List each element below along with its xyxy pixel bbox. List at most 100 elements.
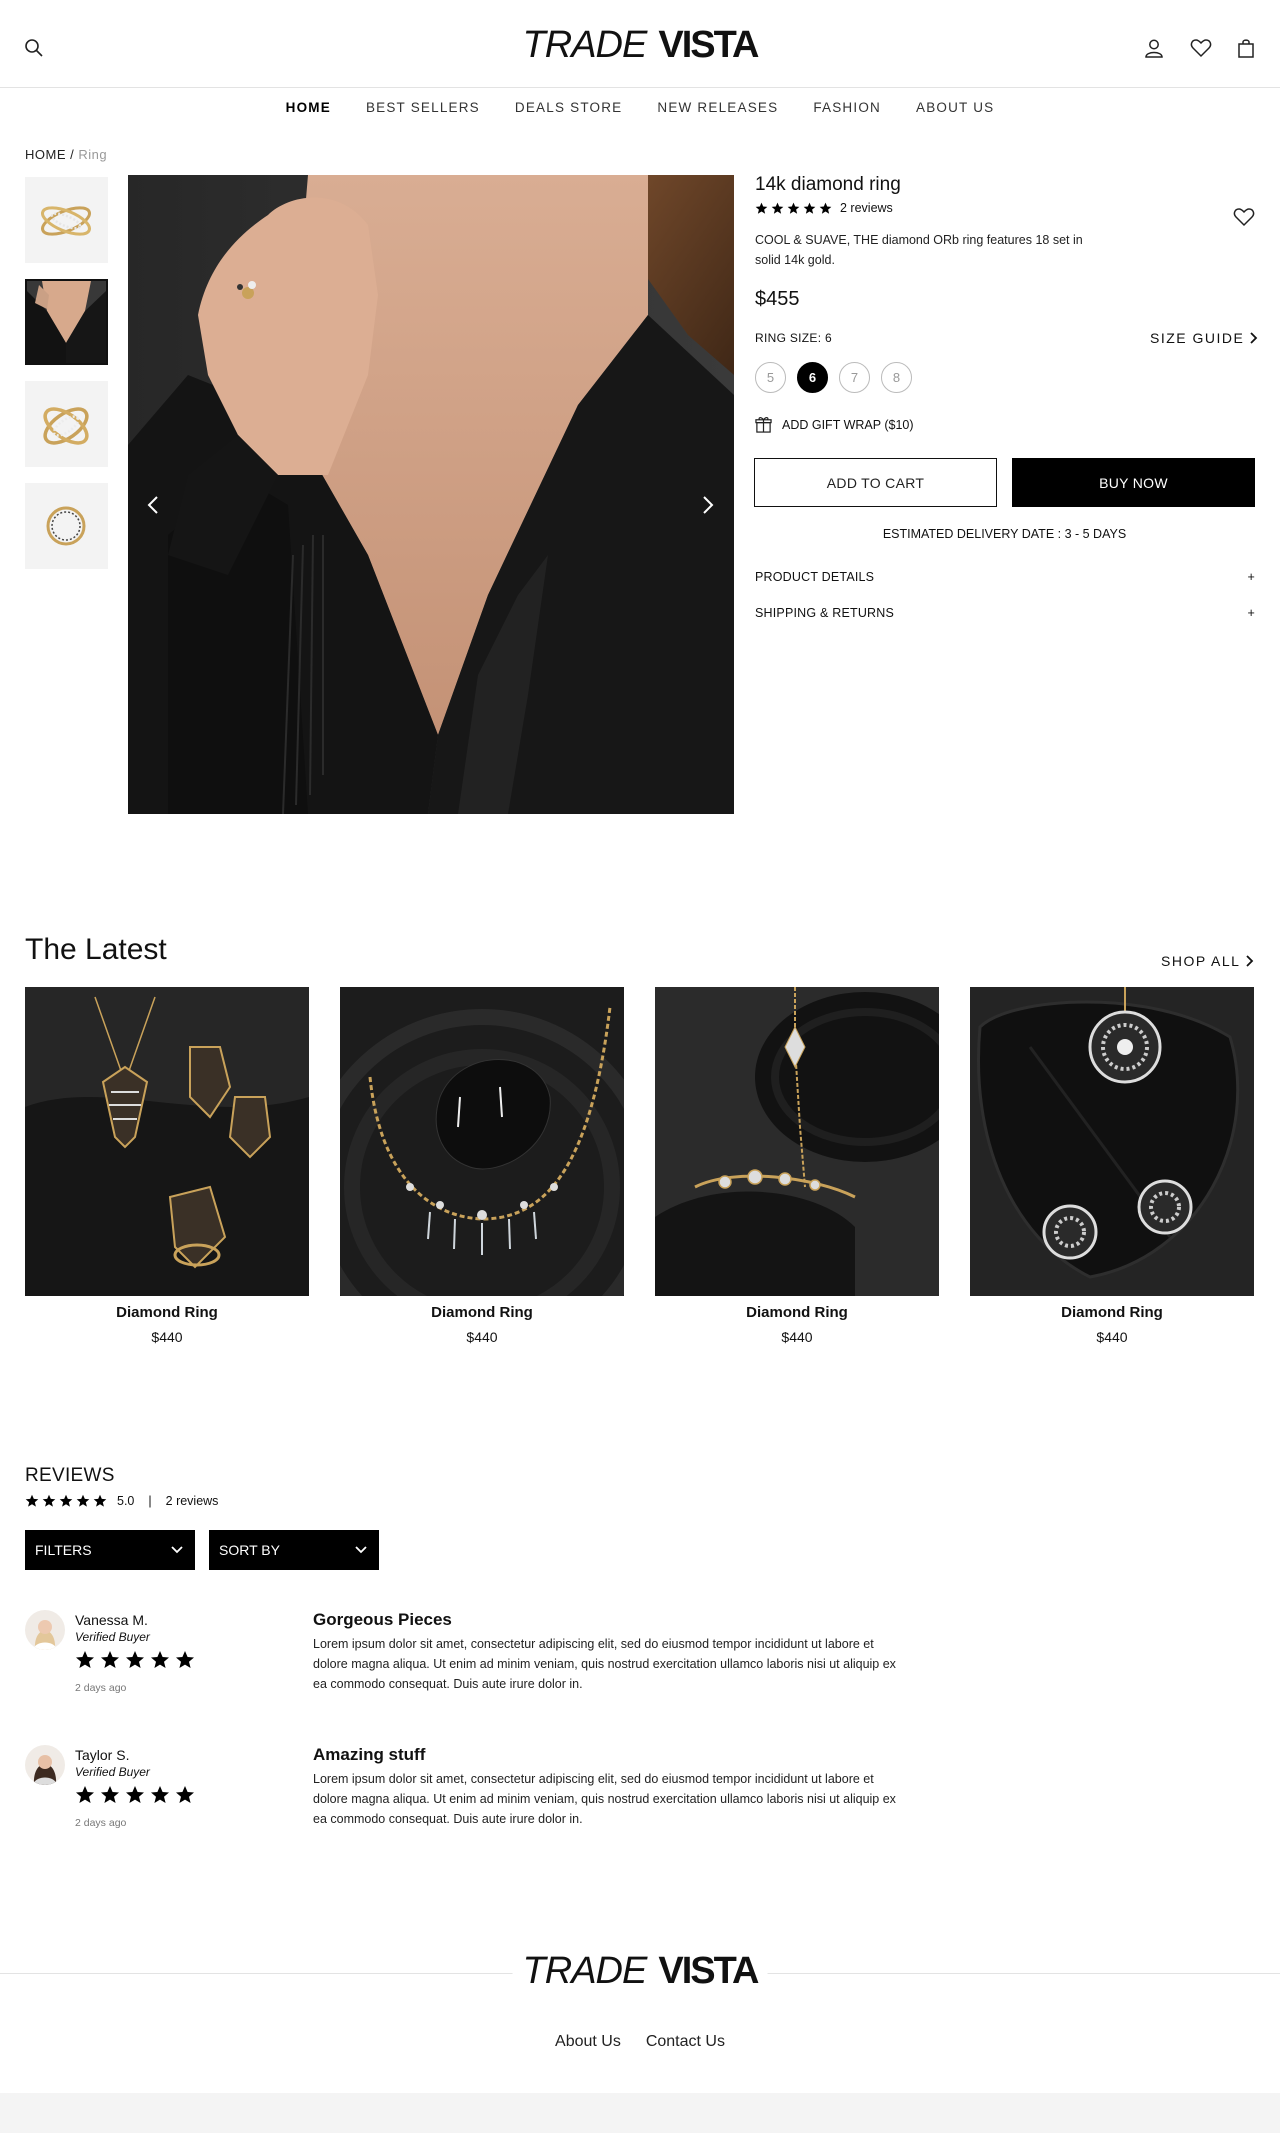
star-icon — [819, 202, 832, 214]
product-title: 14k diamond ring — [755, 174, 901, 195]
star-icon — [787, 202, 800, 214]
product-card[interactable]: Diamond Ring $440 — [655, 987, 939, 1345]
sort-by-label: SORT BY — [219, 1542, 280, 1558]
reviews-summary-stars — [25, 1494, 107, 1508]
main-product-image — [128, 175, 734, 814]
size-guide-link[interactable]: SIZE GUIDE — [1150, 330, 1258, 346]
nav-item-best-sellers[interactable]: BEST SELLERS — [366, 100, 480, 115]
gift-wrap-option[interactable]: ADD GIFT WRAP ($10) — [755, 416, 914, 433]
filters-label: FILTERS — [35, 1542, 92, 1558]
chevron-right-icon — [1246, 955, 1254, 967]
product-rating: 2 reviews — [755, 201, 893, 215]
product-card[interactable]: Diamond Ring $440 — [25, 987, 309, 1345]
product-card-image — [655, 987, 939, 1296]
nav-item-home[interactable]: HOME — [286, 100, 331, 115]
star-icon — [126, 1651, 144, 1668]
product-card-image — [340, 987, 624, 1296]
site-logo[interactable]: TRADE VISTA — [523, 24, 760, 67]
product-description: COOL & SUAVE, THE diamond ORb ring featu… — [755, 233, 1083, 267]
size-selector: 5 6 7 8 — [755, 362, 912, 393]
user-icon[interactable] — [1140, 34, 1168, 62]
search-icon[interactable] — [20, 34, 48, 62]
footer-link-about-us[interactable]: About Us — [555, 2033, 621, 2051]
next-image-arrow[interactable] — [693, 490, 723, 520]
reviews-count: 2 reviews — [165, 1494, 219, 1508]
review-body: Lorem ipsum dolor sit amet, consectetur … — [313, 1772, 896, 1826]
verified-buyer-badge: Verified Buyer — [75, 1630, 150, 1644]
plus-icon: + — [1247, 606, 1255, 620]
add-to-cart-button[interactable]: ADD TO CART — [754, 458, 997, 507]
star-icon — [93, 1494, 107, 1507]
thumbnail-1[interactable] — [25, 177, 108, 263]
gift-wrap-label: ADD GIFT WRAP ($10) — [782, 417, 914, 432]
heart-icon[interactable] — [1187, 34, 1215, 62]
product-rating-stars — [755, 202, 832, 215]
chevron-right-icon — [1250, 332, 1258, 344]
star-icon — [803, 202, 816, 214]
accordion-label: SHIPPING & RETURNS — [755, 606, 895, 620]
plus-icon: + — [1247, 570, 1255, 584]
footer-logo[interactable]: TRADE VISTA — [512, 1950, 768, 1993]
review-body: Lorem ipsum dolor sit amet, consectetur … — [313, 1637, 896, 1691]
star-icon — [101, 1651, 119, 1668]
accordion-shipping-returns[interactable]: SHIPPING & RETURNS + — [755, 606, 1255, 620]
product-card-name: Diamond Ring — [431, 1304, 533, 1321]
reviews-score: 5.0 — [117, 1494, 135, 1508]
shop-all-label: SHOP ALL — [1161, 953, 1241, 969]
star-icon — [76, 1786, 94, 1803]
thumbnail-3[interactable] — [25, 381, 108, 467]
nav-item-deals-store[interactable]: DEALS STORE — [515, 100, 622, 115]
product-reviews-link[interactable]: 2 reviews — [840, 201, 893, 215]
product-card-price: $440 — [151, 1329, 183, 1345]
nav-item-new-releases[interactable]: NEW RELEASES — [657, 100, 778, 115]
star-icon — [126, 1786, 144, 1803]
sort-by-dropdown[interactable]: SORT BY — [209, 1530, 379, 1570]
star-icon — [101, 1786, 119, 1803]
thumbnail-2[interactable] — [25, 279, 108, 365]
ring-size-label: RING SIZE: 6 — [755, 331, 832, 345]
thumbnail-4[interactable] — [25, 483, 108, 569]
product-price: $455 — [755, 288, 800, 310]
nav-item-about-us[interactable]: ABOUT US — [916, 100, 994, 115]
bag-icon[interactable] — [1232, 34, 1260, 62]
wishlist-heart-icon[interactable] — [1230, 203, 1258, 231]
size-option-7[interactable]: 7 — [839, 362, 870, 393]
product-card-price: $440 — [1096, 1329, 1128, 1345]
star-icon — [176, 1651, 194, 1668]
breadcrumb-separator: / — [70, 147, 75, 162]
product-card-image — [970, 987, 1254, 1296]
accordion-product-details[interactable]: PRODUCT DETAILS + — [755, 570, 1255, 584]
star-icon — [151, 1786, 169, 1803]
nav-item-fashion[interactable]: FASHION — [813, 100, 881, 115]
breadcrumb-current: Ring — [78, 147, 108, 162]
product-card[interactable]: Diamond Ring $440 — [970, 987, 1254, 1345]
product-card-name: Diamond Ring — [746, 1304, 848, 1321]
product-card-price: $440 — [466, 1329, 498, 1345]
shop-all-link[interactable]: SHOP ALL — [1161, 953, 1254, 969]
logo-part-2: VISTA — [658, 24, 759, 66]
footer-links: About Us Contact Us — [0, 2033, 1280, 2051]
size-option-6[interactable]: 6 — [797, 362, 828, 393]
review-date: 2 days ago — [75, 1817, 127, 1829]
avatar — [25, 1745, 65, 1785]
filters-dropdown[interactable]: FILTERS — [25, 1530, 195, 1570]
review-title: Gorgeous Pieces — [313, 1610, 452, 1629]
breadcrumb: HOME / Ring — [25, 147, 107, 162]
buy-now-button[interactable]: BUY NOW — [1012, 458, 1255, 507]
prev-image-arrow[interactable] — [138, 490, 168, 520]
product-card-name: Diamond Ring — [116, 1304, 218, 1321]
avatar — [25, 1610, 65, 1650]
size-option-8[interactable]: 8 — [881, 362, 912, 393]
reviews-divider: | — [148, 1494, 152, 1508]
reviews-summary: 5.0 | 2 reviews — [25, 1494, 218, 1508]
star-icon — [151, 1651, 169, 1668]
review-date: 2 days ago — [75, 1682, 127, 1694]
size-option-5[interactable]: 5 — [755, 362, 786, 393]
gift-icon — [755, 417, 772, 433]
latest-section-title: The Latest — [25, 933, 167, 966]
breadcrumb-home[interactable]: HOME — [25, 147, 66, 162]
site-header: TRADE VISTA — [0, 0, 1280, 88]
product-card[interactable]: Diamond Ring $440 — [340, 987, 624, 1345]
footer-link-contact-us[interactable]: Contact Us — [646, 2033, 725, 2051]
review-title: Amazing stuff — [313, 1745, 426, 1764]
